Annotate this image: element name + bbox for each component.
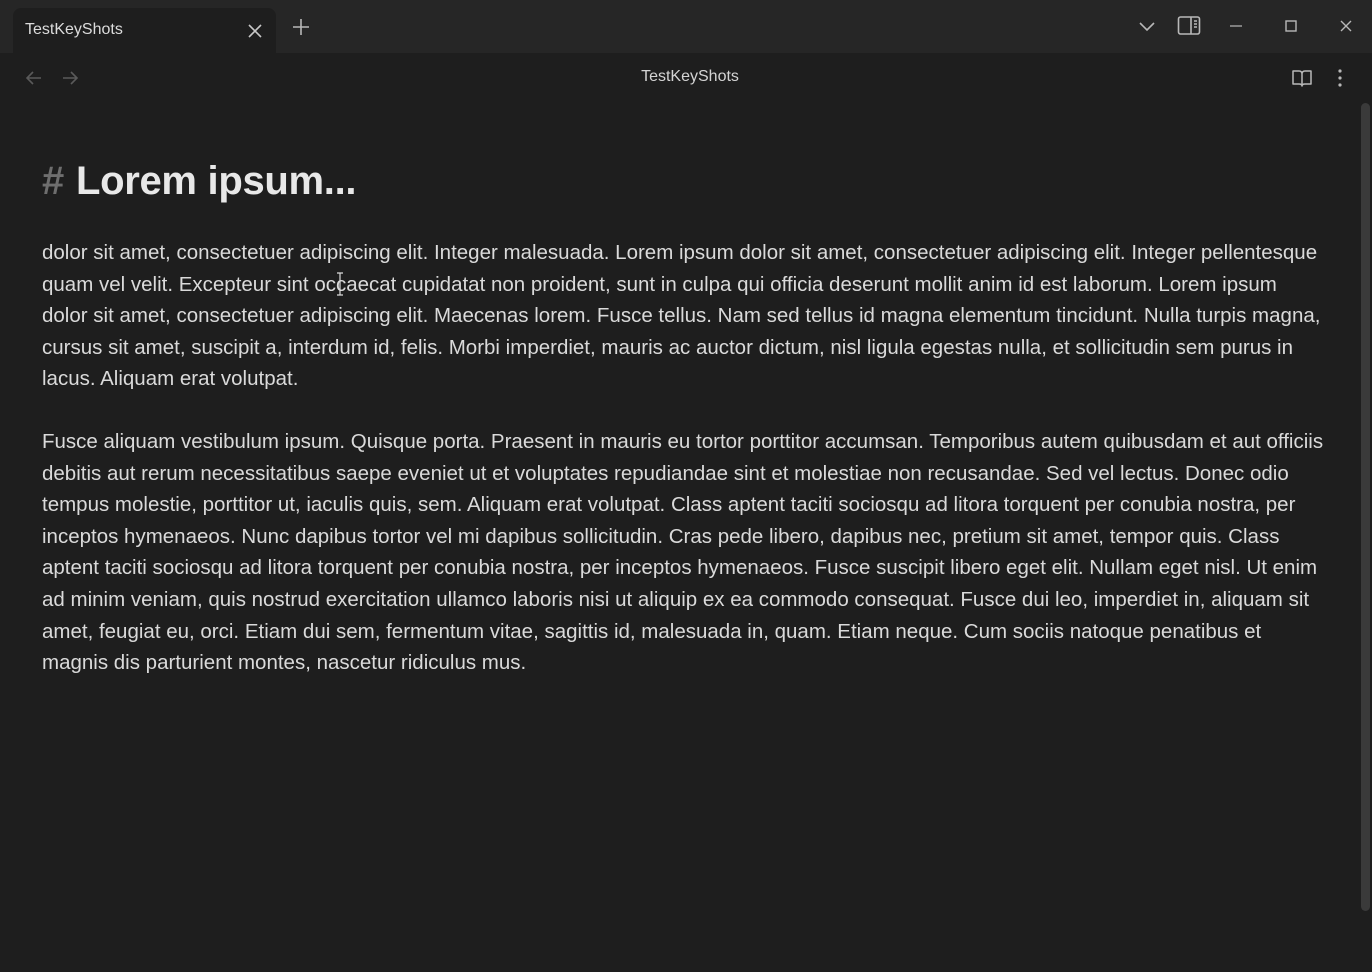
view-title[interactable]: TestKeyShots — [0, 68, 1372, 86]
text-cursor-icon — [337, 272, 343, 296]
document-heading[interactable]: # Lorem ipsum... — [42, 155, 1322, 207]
paragraph[interactable]: dolor sit amet, consectetuer adipiscing … — [42, 237, 1324, 395]
view-header: TestKeyShots — [0, 53, 1372, 103]
maximize-icon[interactable] — [1279, 14, 1303, 38]
more-vertical-icon[interactable] — [1329, 67, 1351, 89]
editor-content[interactable]: # Lorem ipsum... dolor sit amet, consecte… — [42, 103, 1324, 679]
paragraph[interactable]: Fusce aliquam vestibulum ipsum. Quisque … — [42, 426, 1324, 679]
sidebar-right-icon[interactable] — [1177, 14, 1201, 38]
close-icon[interactable] — [245, 21, 265, 41]
tab-testkeyshots[interactable]: TestKeyShots — [13, 8, 276, 53]
chevron-down-icon[interactable] — [1135, 14, 1159, 38]
tab-label: TestKeyShots — [25, 21, 123, 38]
scrollbar[interactable] — [1361, 103, 1370, 911]
close-window-icon[interactable] — [1334, 14, 1358, 38]
heading-text: Lorem ipsum... — [75, 159, 357, 203]
heading-marker: # — [42, 159, 64, 203]
book-open-icon[interactable] — [1291, 67, 1313, 89]
plus-icon[interactable] — [290, 16, 312, 38]
title-bar: TestKeyShots — [0, 0, 1372, 53]
minimize-icon[interactable] — [1224, 14, 1248, 38]
